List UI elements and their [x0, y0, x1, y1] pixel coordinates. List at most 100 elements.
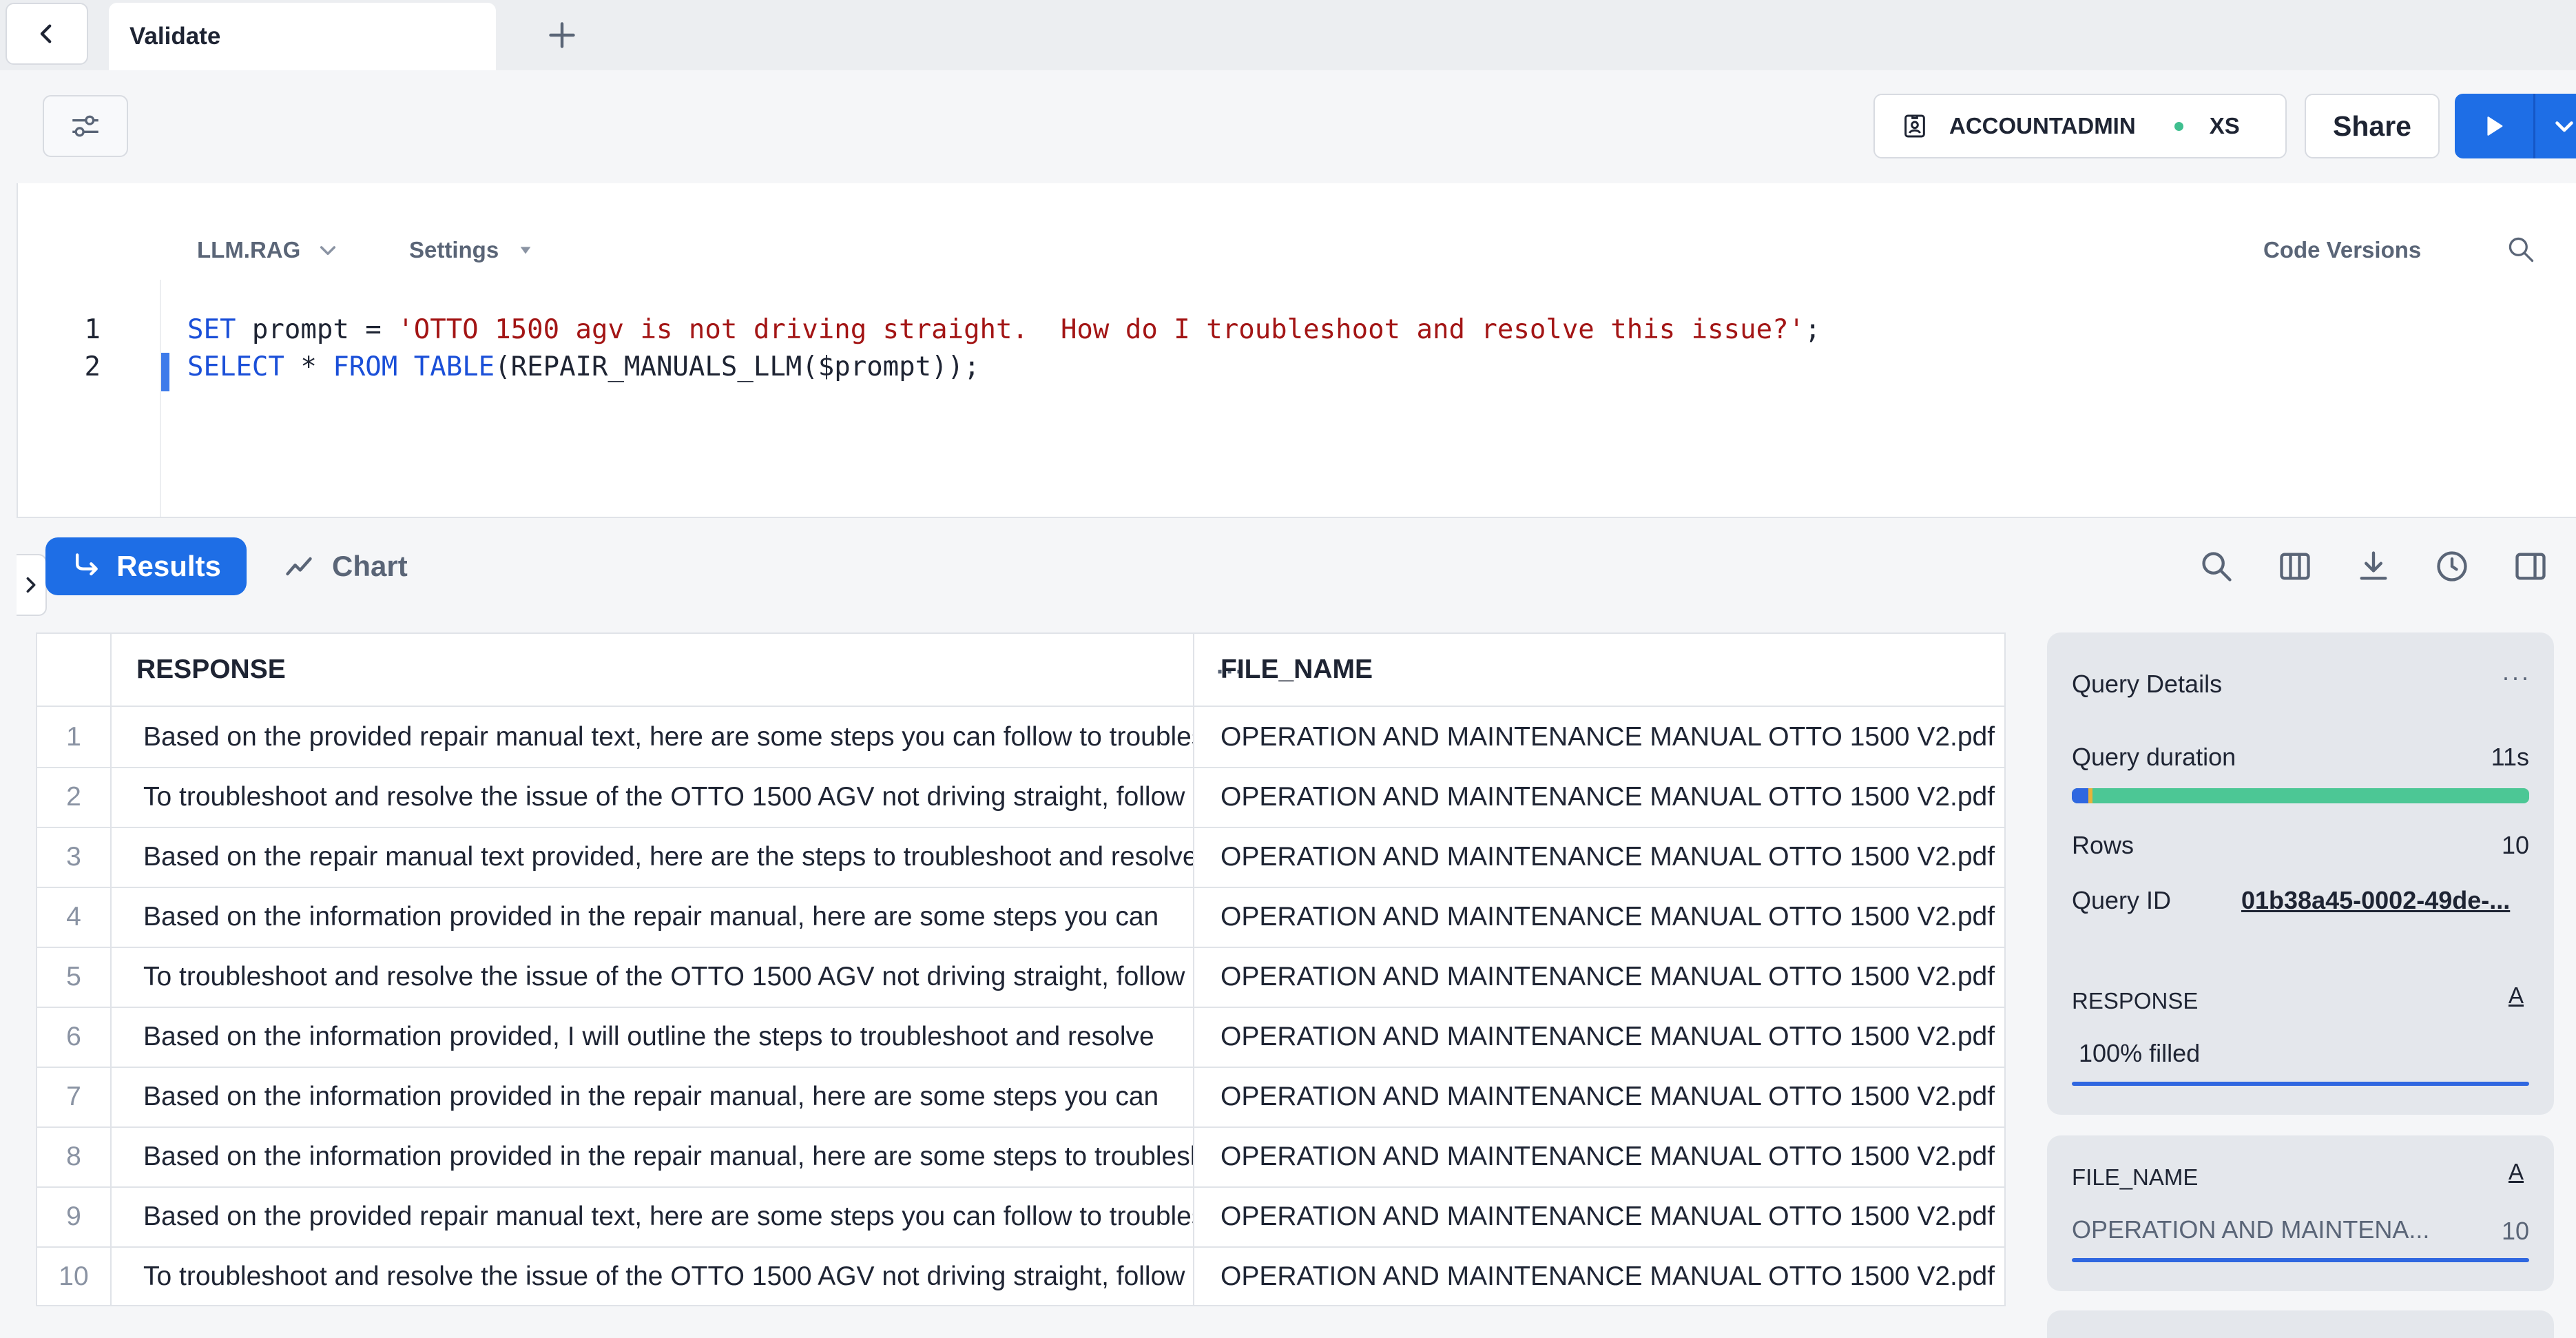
tab-results-label: Results: [116, 550, 221, 583]
results-grid[interactable]: RESPONSE ··· FILE_NAME 1Based on the pro…: [36, 632, 2006, 1306]
arrow-turn-icon: [71, 551, 101, 581]
query-details-title: Query Details: [2072, 670, 2222, 699]
cell-response[interactable]: Based on the provided repair manual text…: [110, 1186, 1194, 1246]
line-number: 2: [59, 351, 101, 382]
line-chart-icon: [284, 551, 314, 581]
settings-menu[interactable]: Settings: [409, 237, 533, 263]
table-row[interactable]: 10To troubleshoot and resolve the issue …: [37, 1246, 2006, 1306]
row-number: 3: [37, 827, 112, 887]
cell-file-name[interactable]: OPERATION AND MAINTENANCE MANUAL OTTO 15…: [1194, 767, 2006, 827]
top-value: OPERATION AND MAINTENA...: [2072, 1215, 2444, 1244]
history-button[interactable]: [2431, 546, 2473, 587]
column-stats-file-name[interactable]: FILE_NAME A OPERATION AND MAINTENA... 10: [2047, 1135, 2554, 1291]
search-icon: [2506, 234, 2536, 265]
tab-validate[interactable]: Validate: [109, 3, 496, 70]
cell-file-name[interactable]: OPERATION AND MAINTENANCE MANUAL OTTO 15…: [1194, 1007, 2006, 1067]
tab-label: Validate: [129, 23, 220, 50]
role-name: ACCOUNTADMIN: [1949, 113, 2136, 139]
cell-file-name[interactable]: OPERATION AND MAINTENANCE MANUAL OTTO 15…: [1194, 1186, 2006, 1246]
download-icon: [2356, 548, 2391, 584]
caret-down-icon: [518, 243, 533, 258]
table-row[interactable]: 4Based on the information provided in th…: [37, 887, 2006, 948]
table-row[interactable]: 2To troubleshoot and resolve the issue o…: [37, 767, 2006, 828]
run-options-button[interactable]: [2535, 94, 2576, 158]
line-number: 1: [59, 314, 101, 345]
cell-response[interactable]: To troubleshoot and resolve the issue of…: [110, 947, 1194, 1007]
table-row[interactable]: 1Based on the provided repair manual tex…: [37, 707, 2006, 768]
cell-file-name[interactable]: OPERATION AND MAINTENANCE MANUAL OTTO 15…: [1194, 887, 2006, 947]
context-label: LLM.RAG: [197, 237, 300, 263]
table-row[interactable]: 7Based on the information provided in th…: [37, 1067, 2006, 1128]
table-row[interactable]: 5To troubleshoot and resolve the issue o…: [37, 947, 2006, 1008]
row-number: 1: [37, 707, 112, 767]
cell-file-name[interactable]: OPERATION AND MAINTENANCE MANUAL OTTO 15…: [1194, 707, 2006, 767]
row-number: 9: [37, 1186, 112, 1246]
editor-search-button[interactable]: [2506, 234, 2536, 268]
share-button[interactable]: Share: [2305, 94, 2440, 158]
query-duration-row: Query duration 11s: [2072, 743, 2529, 772]
cell-file-name[interactable]: OPERATION AND MAINTENANCE MANUAL OTTO 15…: [1194, 1246, 2006, 1306]
row-number: 8: [37, 1126, 112, 1186]
role-warehouse-selector[interactable]: ACCOUNTADMIN XS: [1873, 94, 2287, 158]
results-search-button[interactable]: [2196, 546, 2237, 587]
row-number: 6: [37, 1007, 112, 1067]
cell-response[interactable]: Based on the information provided, I wil…: [110, 1007, 1194, 1067]
cell-file-name[interactable]: OPERATION AND MAINTENANCE MANUAL OTTO 15…: [1194, 1067, 2006, 1126]
table-row[interactable]: 9Based on the provided repair manual tex…: [37, 1186, 2006, 1248]
query-details-panel: Query Details ··· Query duration 11s Row…: [2047, 632, 2554, 992]
add-tab-button[interactable]: [537, 8, 587, 62]
cell-response[interactable]: To troubleshoot and resolve the issue of…: [110, 767, 1194, 827]
code-versions-button[interactable]: Code Versions: [2263, 237, 2421, 263]
cell-response[interactable]: Based on the information provided in the…: [110, 1126, 1194, 1186]
cell-response[interactable]: Based on the information provided in the…: [110, 887, 1194, 947]
tab-bar: Validate: [0, 0, 2576, 70]
cell-response[interactable]: To troubleshoot and resolve the issue of…: [110, 1246, 1194, 1306]
tab-chart[interactable]: Chart: [284, 537, 408, 595]
tab-chart-label: Chart: [332, 550, 408, 583]
editor-header: LLM.RAG Settings Code Versions: [18, 225, 2576, 280]
more-options-icon[interactable]: ···: [2502, 663, 2531, 692]
settings-label: Settings: [409, 237, 499, 263]
plus-icon: [547, 20, 577, 50]
row-number: 5: [37, 947, 112, 1007]
row-number: 4: [37, 887, 112, 947]
top-value-count: 10: [2502, 1217, 2529, 1246]
column-header-response[interactable]: RESPONSE ···: [110, 634, 1194, 706]
cell-file-name[interactable]: OPERATION AND MAINTENANCE MANUAL OTTO 15…: [1194, 1126, 2006, 1186]
fill-rate: 100% filled: [2079, 1039, 2200, 1068]
download-button[interactable]: [2353, 546, 2394, 587]
filter-settings-button[interactable]: [43, 95, 128, 157]
column-stats-response[interactable]: RESPONSE A 100% filled: [2047, 959, 2554, 1115]
tab-results[interactable]: Results: [45, 537, 247, 595]
grid-header: RESPONSE ··· FILE_NAME: [37, 634, 2006, 707]
cell-response[interactable]: Based on the repair manual text provided…: [110, 827, 1194, 887]
code-line: 1 SET prompt = 'OTTO 1500 agv is not dri…: [18, 314, 2576, 353]
warehouse-size: XS: [2210, 113, 2240, 139]
chevron-left-icon: [35, 22, 59, 45]
column-header-file-name[interactable]: FILE_NAME: [1194, 634, 2006, 706]
context-selector[interactable]: LLM.RAG: [197, 237, 339, 263]
table-row[interactable]: 3Based on the repair manual text provide…: [37, 827, 2006, 888]
cell-response[interactable]: Based on the provided repair manual text…: [110, 707, 1194, 767]
expand-sidebar-button[interactable]: [17, 554, 47, 616]
fill-bar: [2072, 1082, 2529, 1086]
text-type-icon: A: [2509, 1159, 2524, 1185]
query-id-row: Query ID 01b38a45-0002-49de-...: [2072, 886, 2529, 915]
query-id-link[interactable]: 01b38a45-0002-49de-...: [2241, 886, 2531, 915]
back-button[interactable]: [6, 3, 88, 65]
code-text: SET prompt = 'OTTO 1500 agv is not drivi…: [187, 314, 1821, 345]
cell-file-name[interactable]: OPERATION AND MAINTENANCE MANUAL OTTO 15…: [1194, 827, 2006, 887]
columns-button[interactable]: [2274, 546, 2316, 587]
table-row[interactable]: 6Based on the information provided, I wi…: [37, 1007, 2006, 1068]
table-row[interactable]: 8Based on the information provided in th…: [37, 1126, 2006, 1188]
search-icon: [2199, 548, 2234, 584]
sql-editor[interactable]: LLM.RAG Settings Code Versions 1 SET pro…: [17, 183, 2576, 517]
chevron-right-icon: [21, 575, 41, 595]
run-button[interactable]: [2455, 94, 2533, 158]
query-duration-value: 11s: [2491, 743, 2529, 772]
cell-file-name[interactable]: OPERATION AND MAINTENANCE MANUAL OTTO 15…: [1194, 947, 2006, 1007]
cell-response[interactable]: Based on the information provided in the…: [110, 1067, 1194, 1126]
column-stats-next: [2047, 1310, 2554, 1338]
toggle-details-panel-button[interactable]: [2510, 546, 2551, 587]
sliders-icon: [68, 109, 103, 143]
